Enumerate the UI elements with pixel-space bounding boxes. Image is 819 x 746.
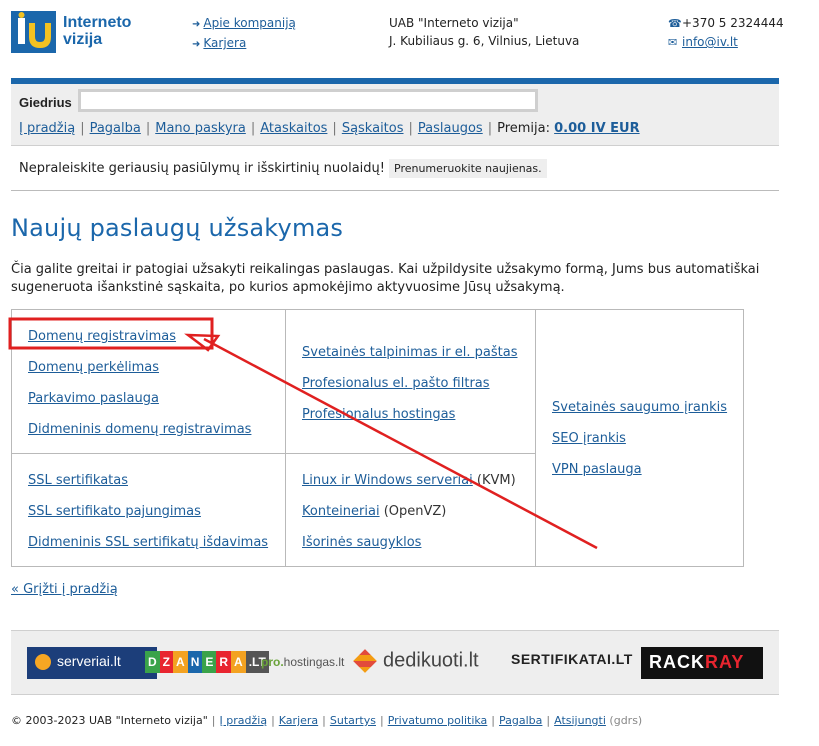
logo-icon[interactable] [11, 11, 56, 53]
footer-help-link[interactable]: Pagalba [499, 714, 542, 727]
globe-icon [35, 654, 51, 670]
seo-tool-link[interactable]: SEO įrankis [552, 431, 626, 446]
logo-line1: Interneto [63, 14, 132, 31]
serveriai-logo[interactable]: serveriai.lt [27, 647, 157, 679]
containers-note: (OpenVZ) [383, 504, 447, 519]
nav-services[interactable]: Paslaugos [418, 121, 483, 136]
company-address: J. Kubiliaus g. 6, Vilnius, Lietuva [389, 34, 580, 48]
web-hosting-email-link[interactable]: Svetainės talpinimas ir el. paštas [302, 345, 517, 360]
arrow-right-icon: ➜ [192, 39, 201, 50]
hosting-cell: Svetainės talpinimas ir el. paštas Profe… [286, 310, 536, 454]
tools-cell: Svetainės saugumo įrankis SEO įrankis VP… [536, 310, 743, 566]
ssl-certificate-link[interactable]: SSL sertifikatas [28, 473, 128, 488]
nav-home[interactable]: Į pradžią [19, 121, 75, 136]
promo-text: Nepraleiskite geriausių pasiūlymų ir išs… [19, 161, 385, 176]
servers-cell: Linux ir Windows serveriai (KVM) Kontein… [286, 454, 536, 566]
parking-service-link[interactable]: Parkavimo paslauga [28, 391, 159, 406]
rackray-text-b: RAY [705, 652, 745, 672]
dzanera-letter: A [173, 651, 188, 673]
footer-home-link[interactable]: Į pradžią [220, 714, 268, 727]
dzanera-letter: E [202, 651, 217, 673]
dzanera-letter: R [216, 651, 232, 673]
footer-contracts-link[interactable]: Sutartys [330, 714, 376, 727]
ssl-install-link[interactable]: SSL sertifikato pajungimas [28, 504, 201, 519]
copyright: © 2003-2023 UAB "Interneto vizija" [11, 714, 208, 727]
nav-invoices[interactable]: Sąskaitos [342, 121, 404, 136]
bonus-value-link[interactable]: 0.00 IV EUR [554, 121, 639, 136]
dzanera-letter: Z [159, 651, 174, 673]
footer-logout-link[interactable]: Atsijungti [554, 714, 606, 727]
domain-registration-link[interactable]: Domenų registravimas [28, 329, 176, 344]
dzanera-letter: N [187, 651, 203, 673]
domain-transfer-link[interactable]: Domenų perkėlimas [28, 360, 159, 375]
wholesale-ssl-link[interactable]: Didmeninis SSL sertifikatų išdavimas [28, 535, 268, 550]
dzanera-logo[interactable]: D Z A N E R A .LT [145, 651, 269, 675]
vps-note: (KVM) [476, 473, 516, 488]
email-link[interactable]: info@iv.lt [682, 35, 738, 49]
user-panel: Giedrius Į pradžią | Pagalba | Mano paskyra |… [11, 84, 779, 146]
servers-row: Linux ir Windows serveriai (KVM) [302, 473, 516, 488]
vps-link[interactable]: Linux ir Windows serveriai [302, 473, 473, 488]
email-filter-link[interactable]: Profesionalus el. pašto filtras [302, 376, 490, 391]
sertifikatai-logo[interactable]: SERTIFIKATAI.LT [511, 647, 632, 679]
domains-cell: Domenų registravimas Domenų perkėlimas P… [12, 310, 286, 454]
dedikuoti-mark-icon [353, 649, 377, 673]
containers-link[interactable]: Konteineriai [302, 504, 380, 519]
prohostingas-text-a: pro. [261, 655, 284, 669]
account-nav: Į pradžią | Pagalba | Mano paskyra | Ataskaito… [19, 121, 640, 136]
nav-help[interactable]: Pagalba [90, 121, 141, 136]
prohostingas-text-b: hostingas.lt [283, 655, 345, 669]
page-title: Naujų paslaugų užsakymas [11, 214, 344, 242]
company-name: UAB "Interneto vizija" [389, 16, 519, 30]
rackray-text-a: RACK [649, 652, 705, 672]
nav-my-account[interactable]: Mano paskyra [155, 121, 246, 136]
storage-row: Išorinės saugyklos [302, 535, 421, 550]
external-storage-link[interactable]: Išorinės saugyklos [302, 535, 421, 550]
serveriai-text: serveriai.lt [57, 653, 121, 669]
phone-icon: ☎ [668, 17, 682, 30]
logo-text[interactable]: Interneto vizija [63, 14, 131, 48]
bonus-label: Premija: [497, 121, 550, 136]
vpn-service-link[interactable]: VPN paslauga [552, 462, 642, 477]
footer-privacy-link[interactable]: Privatumo politika [388, 714, 488, 727]
envelope-icon: ✉ [668, 36, 678, 49]
back-to-home-link[interactable]: « Grįžti į pradžią [11, 582, 118, 597]
logo-line2: vizija [63, 31, 103, 48]
arrow-right-icon: ➜ [192, 19, 201, 30]
subscribe-button[interactable]: Prenumeruokite naujienas. [389, 159, 547, 178]
divider [11, 190, 779, 191]
dedikuoti-logo[interactable]: dedikuoti.lt [353, 647, 493, 679]
about-company-link[interactable]: Apie kompaniją [203, 16, 296, 30]
sertifikatai-text: SERTIFIKATAI.LT [511, 651, 633, 667]
dedikuoti-text: dedikuoti.lt [383, 649, 479, 672]
user-tag: (gdrs) [609, 714, 643, 727]
company-info: UAB "Interneto vizija" J. Kubiliaus g. 6… [389, 14, 579, 50]
security-tool-link[interactable]: Svetainės saugumo įrankis [552, 400, 727, 415]
rackray-logo[interactable]: RACKRAY [641, 647, 763, 679]
prohostingas-logo[interactable]: pro.hostingas.lt [261, 647, 344, 679]
career-link[interactable]: Karjera [203, 36, 246, 50]
nav-reports[interactable]: Ataskaitos [260, 121, 327, 136]
dzanera-letter: A [231, 651, 246, 673]
ssl-cell: SSL sertifikatas SSL sertifikato pajungi… [12, 454, 286, 566]
wholesale-domain-link[interactable]: Didmeninis domenų registravimas [28, 422, 251, 437]
containers-row: Konteineriai (OpenVZ) [302, 504, 446, 519]
partner-logos: serveriai.lt D Z A N E R A .LT pro.hostingas.lt… [11, 630, 779, 695]
services-grid: Domenų registravimas Domenų perkėlimas P… [11, 309, 744, 567]
user-search-input[interactable] [78, 89, 538, 112]
footer-career-link[interactable]: Karjera [279, 714, 318, 727]
dzanera-letter: D [145, 651, 160, 673]
promo-banner: Nepraleiskite geriausių pasiūlymų ir išs… [19, 159, 547, 178]
contacts: ☎+370 5 2324444 ✉ info@iv.lt [668, 14, 784, 52]
top-links: ➜ Apie kompaniją ➜ Karjera [192, 14, 296, 54]
phone-number: +370 5 2324444 [682, 16, 784, 30]
pro-hosting-link[interactable]: Profesionalus hostingas [302, 407, 455, 422]
footer: © 2003-2023 UAB "Interneto vizija" | Į pra… [11, 714, 643, 727]
username: Giedrius [19, 95, 72, 110]
intro-text: Čia galite greitai ir patogiai užsakyti … [11, 262, 760, 295]
